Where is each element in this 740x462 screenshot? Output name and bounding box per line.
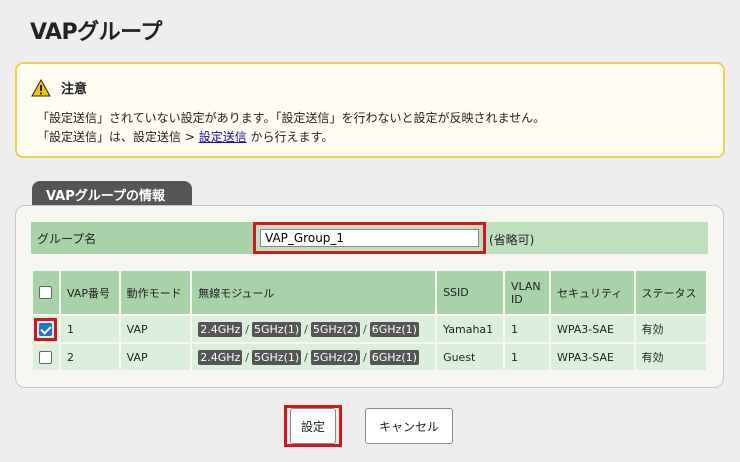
notice-line-1: 「設定送信」されていない設定があります。「設定送信」を行わないと設定が反映されま… [37, 111, 546, 125]
separator: / [363, 322, 367, 336]
separator: / [304, 322, 308, 336]
group-name-label: グループ名 [31, 222, 256, 254]
vap-table: VAP番号 動作モード 無線モジュール SSID VLAN ID セキュリティ … [31, 269, 709, 372]
row-security: WPA3-SAE [548, 342, 636, 372]
separator: / [304, 350, 308, 364]
row-mode: VAP [118, 314, 193, 344]
separator: / [245, 322, 249, 336]
module-badge: 5GHz(2) [310, 321, 361, 337]
notice-box: 注意 「設定送信」されていない設定があります。「設定送信」を行わないと設定が反映… [15, 62, 725, 158]
group-name-highlight [253, 222, 486, 254]
row-modules: 2.4GHz/5GHz(1)/5GHz(2)/6GHz(1) [190, 314, 438, 344]
row-1-checkbox[interactable] [39, 322, 53, 336]
header-security: セキュリティ [548, 269, 636, 316]
header-vap-no: VAP番号 [58, 269, 121, 316]
cancel-button[interactable]: キャンセル [365, 408, 453, 444]
table-row: 2 VAP 2.4GHz/5GHz(1)/5GHz(2)/6GHz(1) Gue… [31, 342, 709, 372]
module-badge: 6GHz(1) [369, 349, 419, 365]
table-header-row: VAP番号 動作モード 無線モジュール SSID VLAN ID セキュリティ … [31, 269, 709, 316]
optional-label: (省略可) [489, 233, 535, 247]
module-badge: 6GHz(1) [369, 321, 419, 337]
page-title: VAPグループ [30, 20, 162, 45]
row-vap-no: 2 [58, 342, 121, 372]
table-row: 1 VAP 2.4GHz/5GHz(1)/5GHz(2)/6GHz(1) Yam… [31, 314, 709, 344]
set-button[interactable]: 設定 [290, 408, 336, 444]
separator: / [363, 350, 367, 364]
module-badge: 5GHz(2) [310, 349, 361, 365]
notice-title: 注意 [61, 82, 88, 97]
notice-line-2-prefix: 「設定送信」は、設定送信 > [37, 130, 199, 144]
row-ssid: Yamaha1 [435, 314, 505, 344]
header-module: 無線モジュール [190, 269, 438, 316]
separator: / [245, 350, 249, 364]
row-status: 有効 [633, 342, 709, 372]
notice-line-2: 「設定送信」は、設定送信 > 設定送信 から行えます。 [37, 128, 333, 145]
row-2-checkbox[interactable] [39, 350, 53, 364]
module-badge: 2.4GHz [198, 321, 243, 337]
row-mode: VAP [118, 342, 193, 372]
row-vap-no: 1 [58, 314, 121, 344]
row-modules: 2.4GHz/5GHz(1)/5GHz(2)/6GHz(1) [190, 342, 438, 372]
header-mode: 動作モード [118, 269, 193, 316]
module-badge: 5GHz(1) [252, 321, 302, 337]
header-ssid: SSID [435, 269, 505, 316]
module-badge: 5GHz(1) [252, 349, 302, 365]
header-status: ステータス [633, 269, 709, 316]
group-name-input[interactable] [260, 229, 479, 247]
row-vlan-id: 1 [503, 314, 551, 344]
warning-icon [31, 78, 51, 96]
module-badge: 2.4GHz [198, 349, 243, 365]
notice-line-2-suffix: から行えます。 [246, 130, 334, 144]
row-status: 有効 [633, 314, 709, 344]
row-1-checkbox-highlight [34, 317, 58, 341]
row-vlan-id: 1 [503, 342, 551, 372]
row-security: WPA3-SAE [548, 314, 636, 344]
send-settings-link[interactable]: 設定送信 [199, 130, 247, 144]
row-ssid: Guest [435, 342, 505, 372]
header-vlan-id: VLAN ID [503, 269, 551, 316]
select-all-checkbox[interactable] [39, 286, 53, 300]
section-tab: VAPグループの情報 [32, 181, 192, 205]
